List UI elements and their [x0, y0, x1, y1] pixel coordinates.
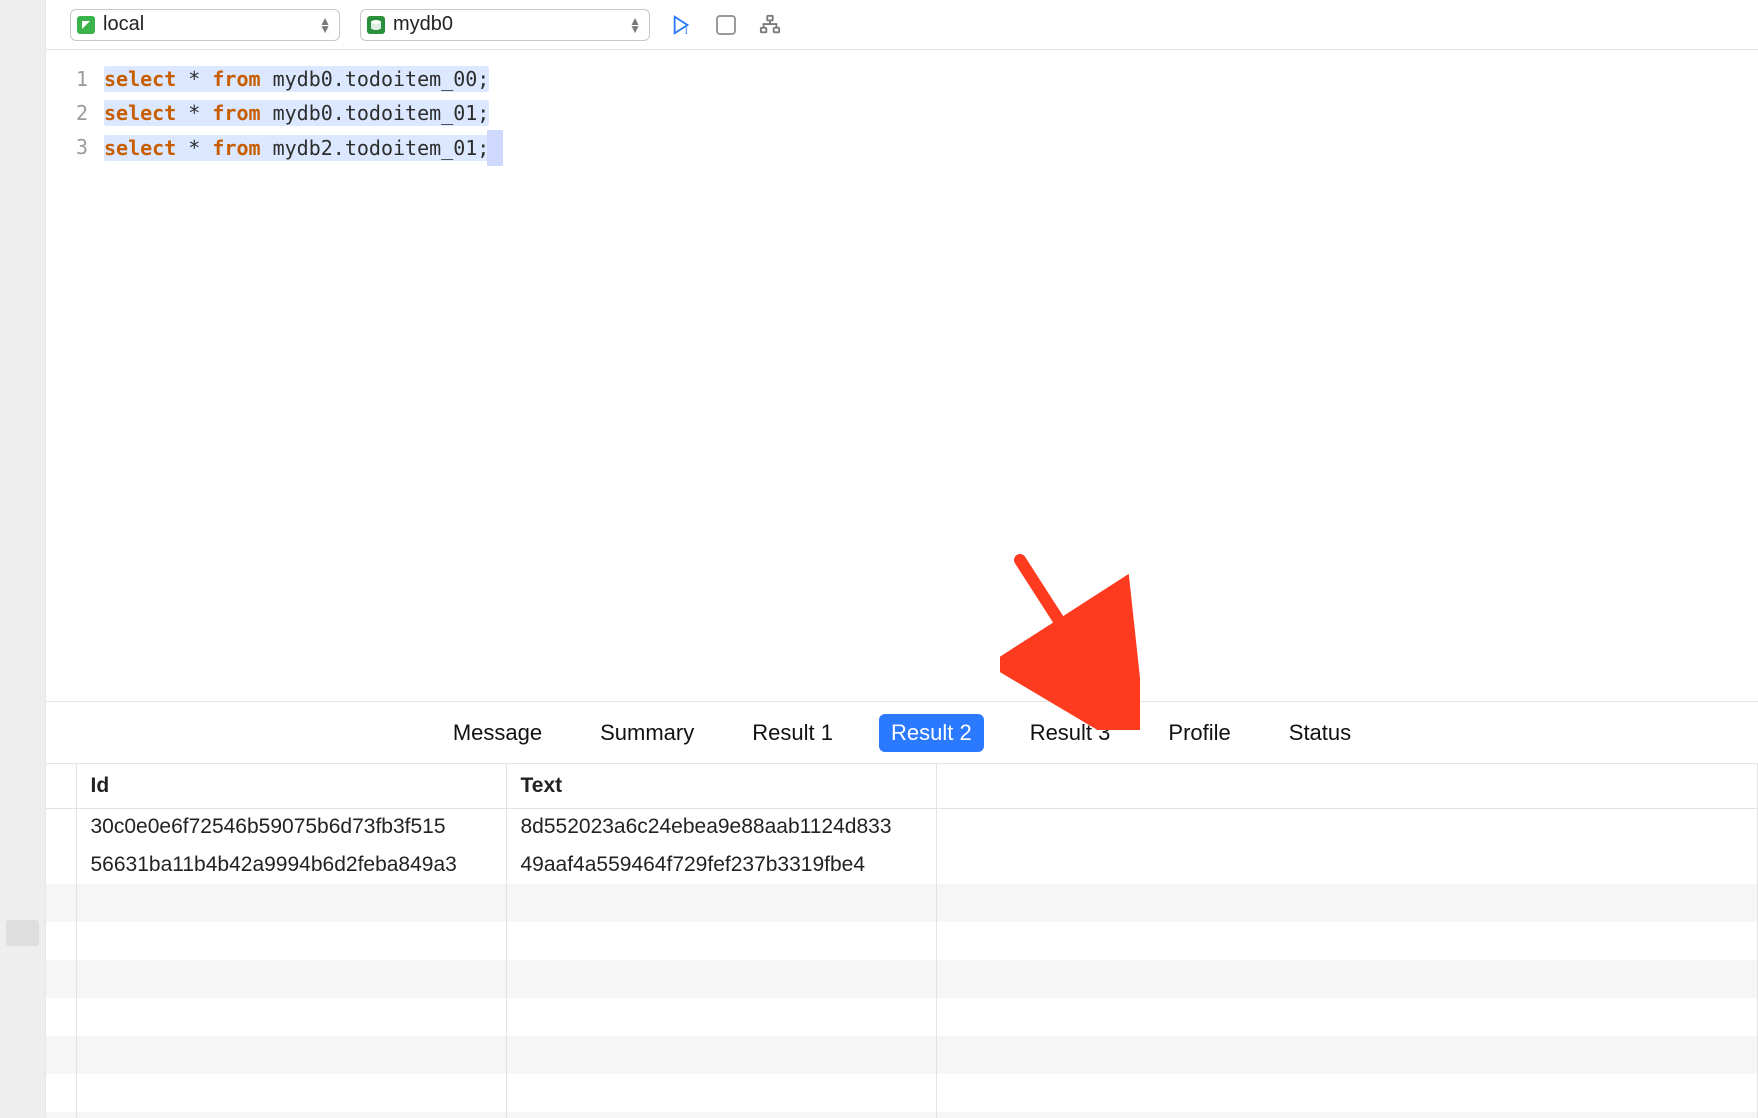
sql-keyword: from	[212, 67, 260, 91]
cell-id[interactable]: 30c0e0e6f72546b59075b6d73fb3f515	[76, 808, 506, 846]
svg-text:I: I	[685, 26, 688, 36]
connection-label: local	[103, 13, 311, 36]
sql-text: *	[176, 101, 212, 125]
row-handle-header	[46, 764, 76, 808]
sql-keyword: select	[104, 101, 176, 125]
column-header-text[interactable]: Text	[506, 764, 936, 808]
cell-empty	[936, 846, 1758, 884]
table-row-empty	[46, 1036, 1758, 1074]
sql-keyword: select	[104, 136, 176, 160]
connection-icon	[77, 16, 95, 34]
cell-text[interactable]: 8d552023a6c24ebea9e88aab1124d833	[506, 808, 936, 846]
connection-dropdown[interactable]: local ▲▼	[70, 9, 340, 41]
table-row-empty	[46, 960, 1758, 998]
sql-keyword: from	[212, 136, 260, 160]
code-area[interactable]: select * from mydb0.todoitem_00; select …	[98, 50, 1758, 701]
database-dropdown[interactable]: mydb0 ▲▼	[360, 9, 650, 41]
tab-label: Result 1	[752, 720, 833, 745]
sql-text: mydb2.todoitem_01;	[261, 136, 490, 160]
sql-keyword: select	[104, 67, 176, 91]
tab-label: Message	[453, 720, 542, 745]
chevron-updown-icon: ▲▼	[319, 17, 331, 33]
tab-label: Result 3	[1030, 720, 1111, 745]
database-icon	[367, 16, 385, 34]
table-row[interactable]: 30c0e0e6f72546b59075b6d73fb3f515 8d55202…	[46, 808, 1758, 846]
table-row-empty	[46, 1112, 1758, 1118]
tab-message[interactable]: Message	[441, 714, 554, 752]
tab-result-1[interactable]: Result 1	[740, 714, 845, 752]
tab-result-3[interactable]: Result 3	[1018, 714, 1123, 752]
tab-label: Summary	[600, 720, 694, 745]
table-row[interactable]: 56631ba11b4b42a9994b6d2feba849a3 49aaf4a…	[46, 846, 1758, 884]
table-row-empty	[46, 998, 1758, 1036]
column-label: Text	[521, 774, 563, 797]
run-query-button[interactable]: I	[670, 13, 694, 37]
chevron-updown-icon: ▲▼	[629, 17, 641, 33]
tab-label: Profile	[1168, 720, 1230, 745]
tab-label: Result 2	[891, 720, 972, 745]
column-header-id[interactable]: Id	[76, 764, 506, 808]
column-label: Id	[91, 774, 110, 797]
sql-text: mydb0.todoitem_00;	[261, 67, 490, 91]
sql-text: *	[176, 136, 212, 160]
line-number: 2	[46, 96, 88, 130]
table-row-empty	[46, 922, 1758, 960]
result-tabbar: Message Summary Result 1 Result 2 Result…	[46, 702, 1758, 764]
cell-empty	[936, 808, 1758, 846]
sql-editor[interactable]: 1 2 3 select * from mydb0.todoitem_00; s…	[46, 50, 1758, 702]
toolbar-checkbox[interactable]	[714, 13, 738, 37]
row-handle[interactable]	[46, 808, 76, 846]
tab-result-2[interactable]: Result 2	[879, 714, 984, 752]
tab-summary[interactable]: Summary	[588, 714, 706, 752]
sql-keyword: from	[212, 101, 260, 125]
sql-text: mydb0.todoitem_01;	[261, 101, 490, 125]
column-header-empty	[936, 764, 1758, 808]
structure-button[interactable]	[758, 13, 782, 37]
row-handle[interactable]	[46, 846, 76, 884]
toolbar: local ▲▼ mydb0 ▲▼ I	[46, 0, 1758, 50]
gutter-marker	[6, 920, 39, 946]
tab-status[interactable]: Status	[1277, 714, 1363, 752]
result-table-wrap: Id Text 30c0e0e6f72546b59075b6d73fb3f515…	[46, 764, 1758, 1118]
table-row-empty	[46, 1074, 1758, 1112]
cell-text[interactable]: 49aaf4a559464f729fef237b3319fbe4	[506, 846, 936, 884]
result-table[interactable]: Id Text 30c0e0e6f72546b59075b6d73fb3f515…	[46, 764, 1758, 1118]
left-gutter-strip	[0, 0, 46, 1118]
line-number: 1	[46, 62, 88, 96]
database-label: mydb0	[393, 13, 621, 36]
table-row-empty	[46, 884, 1758, 922]
line-number: 3	[46, 130, 88, 164]
tab-label: Status	[1289, 720, 1351, 745]
sql-text: *	[176, 67, 212, 91]
line-number-gutter: 1 2 3	[46, 50, 98, 701]
cursor-caret	[487, 130, 503, 166]
tab-profile[interactable]: Profile	[1156, 714, 1242, 752]
cell-id[interactable]: 56631ba11b4b42a9994b6d2feba849a3	[76, 846, 506, 884]
